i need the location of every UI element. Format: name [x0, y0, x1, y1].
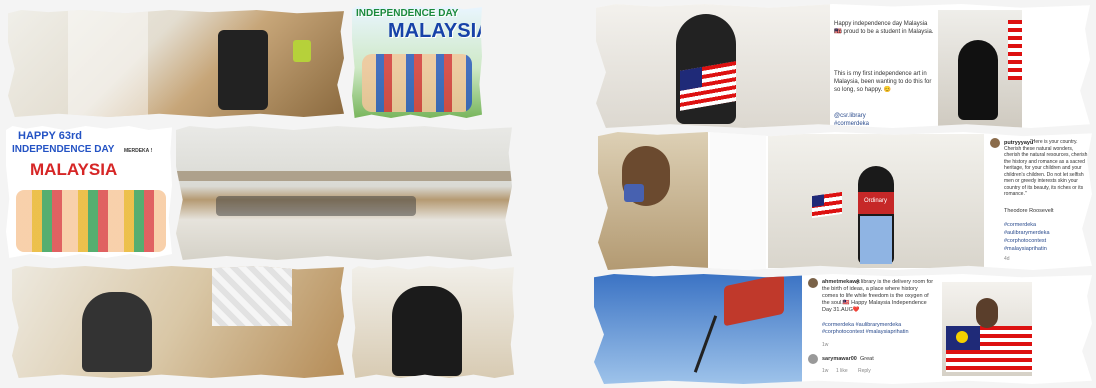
hashtag[interactable]: #corphotocontest: [1004, 238, 1046, 245]
post-age: 1w: [822, 342, 829, 348]
hashtag[interactable]: #cormerdeka: [1004, 222, 1036, 229]
comment-text: Great: [860, 356, 874, 362]
comment-user[interactable]: sarymawar00: [822, 356, 857, 363]
comment-age: 1w: [822, 368, 829, 374]
hashtag[interactable]: #aulibrarymerdeka: [1004, 230, 1050, 237]
independence-poster-2: HAPPY 63rd INDEPENDENCE DAY MERDEKA ! MA…: [6, 126, 172, 258]
caption: A library is the delivery room for the b…: [822, 279, 934, 313]
hashtag[interactable]: #malaysiaprihatin: [1004, 246, 1047, 253]
quote-author: Theodore Roosevelt: [1004, 208, 1054, 214]
reply-link[interactable]: Reply: [858, 368, 871, 375]
hashtag[interactable]: @csr.library: [834, 112, 866, 120]
shirt-text: Ordinary: [864, 198, 888, 204]
poster2-line1: HAPPY 63rd: [18, 130, 82, 142]
library-desk-photo: [8, 10, 344, 117]
library-hall-photo: [176, 126, 512, 260]
poster-title: INDEPENDENCE DAY: [356, 8, 459, 19]
avatar[interactable]: [808, 354, 818, 364]
hashtag[interactable]: #cormerdeka: [834, 120, 869, 128]
student-writing-photo: [12, 266, 344, 378]
reader-photo: [352, 266, 514, 378]
hashtags[interactable]: #cormerdeka #aulibrarymerdeka #corphotoc…: [822, 322, 934, 336]
avatar[interactable]: [808, 278, 818, 288]
independence-poster-1: INDEPENDENCE DAY MALAYSIA: [352, 6, 482, 118]
instagram-post-top: Happy independence day Malaysia🇲🇾 I'm pr…: [596, 4, 1090, 128]
instagram-post-bottom: ahmetmekawy A library is the delivery ro…: [594, 274, 1092, 384]
poster2-country: MALAYSIA: [30, 160, 118, 179]
post-caption: Happy independence day Malaysia🇲🇾 I'm pr…: [834, 21, 934, 128]
quote-text: "Here is your country. Cherish these nat…: [1004, 139, 1088, 197]
post-age: 4d: [1004, 256, 1010, 262]
instagram-post-middle: Ordinary putryyyayu "Here is your countr…: [598, 132, 1092, 270]
comment-likes[interactable]: 1 like: [836, 368, 848, 375]
poster-country: MALAYSIA: [388, 20, 482, 42]
poster2-line2: INDEPENDENCE DAY: [12, 144, 115, 155]
avatar[interactable]: [990, 138, 1000, 148]
poster2-badge: MERDEKA !: [124, 148, 153, 154]
